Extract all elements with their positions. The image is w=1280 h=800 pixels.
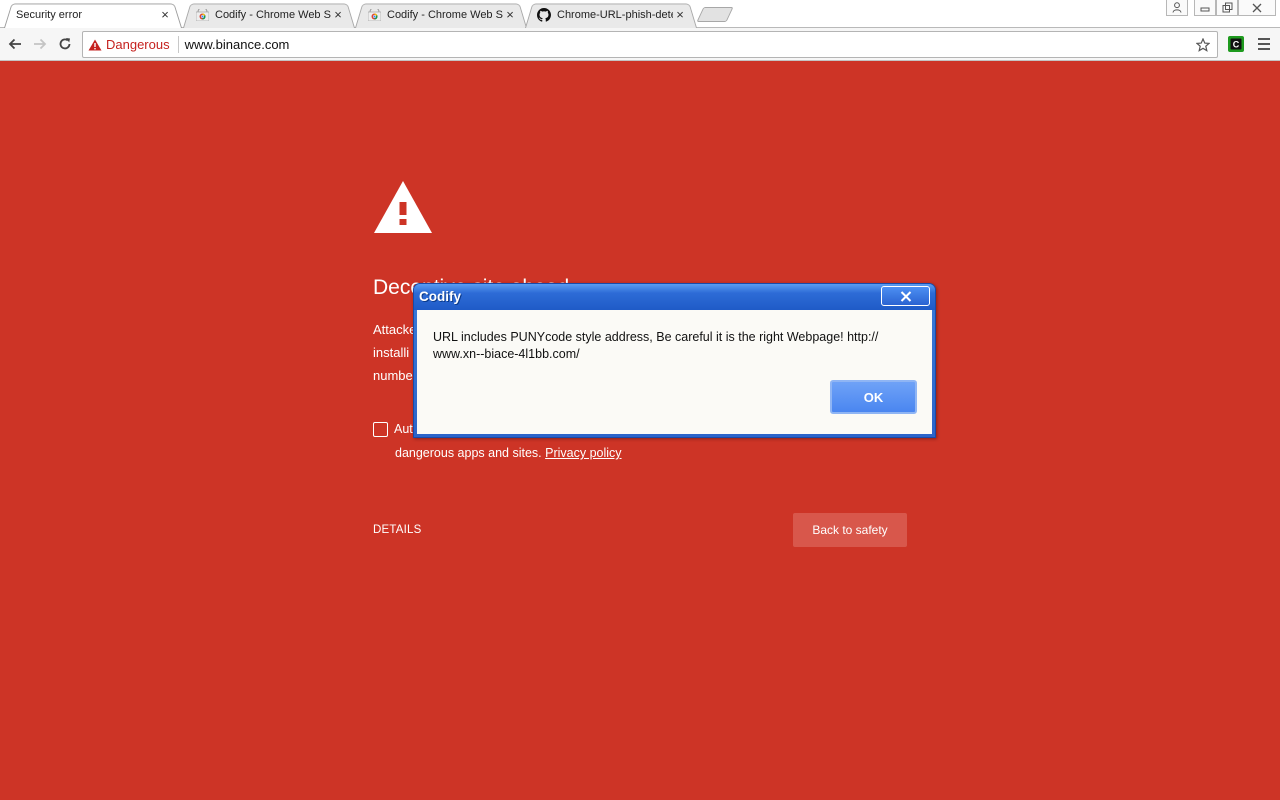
security-indicator[interactable]: Dangerous	[83, 36, 179, 53]
tab-phish-detector[interactable]: Chrome-URL-phish-detector ×	[525, 1, 697, 28]
tab-codify-webstore-2[interactable]: Codify - Chrome Web Store ×	[355, 1, 527, 28]
tab-close-icon[interactable]: ×	[331, 7, 345, 22]
dialog-message: URL includes PUNYcode style address, Be …	[433, 329, 913, 363]
back-to-safety-button[interactable]: Back to safety	[793, 513, 907, 547]
warning-triangle-icon	[374, 181, 432, 233]
tab-title: Codify - Chrome Web Store	[387, 8, 503, 21]
back-arrow-icon[interactable]	[5, 34, 25, 54]
minimize-icon[interactable]	[1194, 0, 1216, 16]
tab-security-error[interactable]: Security error ×	[4, 1, 182, 28]
privacy-policy-link[interactable]: Privacy policy	[545, 446, 621, 460]
chrome-menu-icon[interactable]	[1256, 36, 1272, 52]
reload-icon[interactable]	[55, 34, 75, 54]
address-bar[interactable]: Dangerous www.binance.com	[82, 31, 1218, 58]
chrome-web-store-icon	[195, 8, 209, 22]
dialog-title: Codify	[419, 289, 461, 304]
chrome-web-store-icon	[367, 8, 381, 22]
tab-close-icon[interactable]: ×	[158, 7, 172, 22]
github-icon	[537, 7, 551, 22]
checkbox-label-continued: dangerous apps and sites. Privacy policy	[395, 446, 622, 460]
tab-title: Codify - Chrome Web Store	[215, 8, 331, 21]
restore-icon[interactable]	[1216, 0, 1238, 16]
codify-extension-icon[interactable]: C	[1228, 36, 1244, 52]
checkbox-label-text: dangerous apps and sites.	[395, 446, 542, 460]
warning-triangle-icon	[88, 39, 102, 50]
profile-icon[interactable]	[1166, 0, 1188, 16]
dialog-body: URL includes PUNYcode style address, Be …	[417, 310, 932, 434]
checkbox-label: Aut	[394, 422, 413, 436]
tab-strip: Security error × Codify - Chrome Web Sto…	[0, 0, 1280, 28]
close-icon[interactable]	[881, 286, 930, 306]
bookmark-star-icon[interactable]	[1193, 35, 1213, 55]
report-checkbox[interactable]	[373, 422, 388, 437]
browser-toolbar: Dangerous www.binance.com C	[0, 28, 1280, 61]
dialog-titlebar[interactable]: Codify	[414, 284, 935, 310]
tab-codify-webstore-1[interactable]: Codify - Chrome Web Store ×	[183, 1, 355, 28]
tab-close-icon[interactable]: ×	[503, 7, 517, 22]
dialog-message-line: URL includes PUNYcode style address, Be …	[433, 330, 879, 344]
forward-arrow-icon[interactable]	[30, 34, 50, 54]
svg-text:C: C	[1233, 40, 1240, 50]
dialog-message-line: www.xn--biace-4l1bb.com/	[433, 347, 580, 361]
url-text[interactable]: www.binance.com	[179, 37, 1193, 52]
details-link[interactable]: DETAILS	[373, 524, 421, 536]
tab-title: Chrome-URL-phish-detector	[557, 8, 673, 21]
close-window-icon[interactable]	[1238, 0, 1276, 16]
tab-close-icon[interactable]: ×	[673, 7, 687, 22]
codify-alert-dialog: Codify URL includes PUNYcode style addre…	[413, 283, 936, 438]
new-tab-button[interactable]	[696, 7, 734, 22]
tab-title: Security error	[16, 8, 83, 21]
security-label: Dangerous	[106, 37, 170, 52]
ok-button[interactable]: OK	[830, 380, 917, 414]
